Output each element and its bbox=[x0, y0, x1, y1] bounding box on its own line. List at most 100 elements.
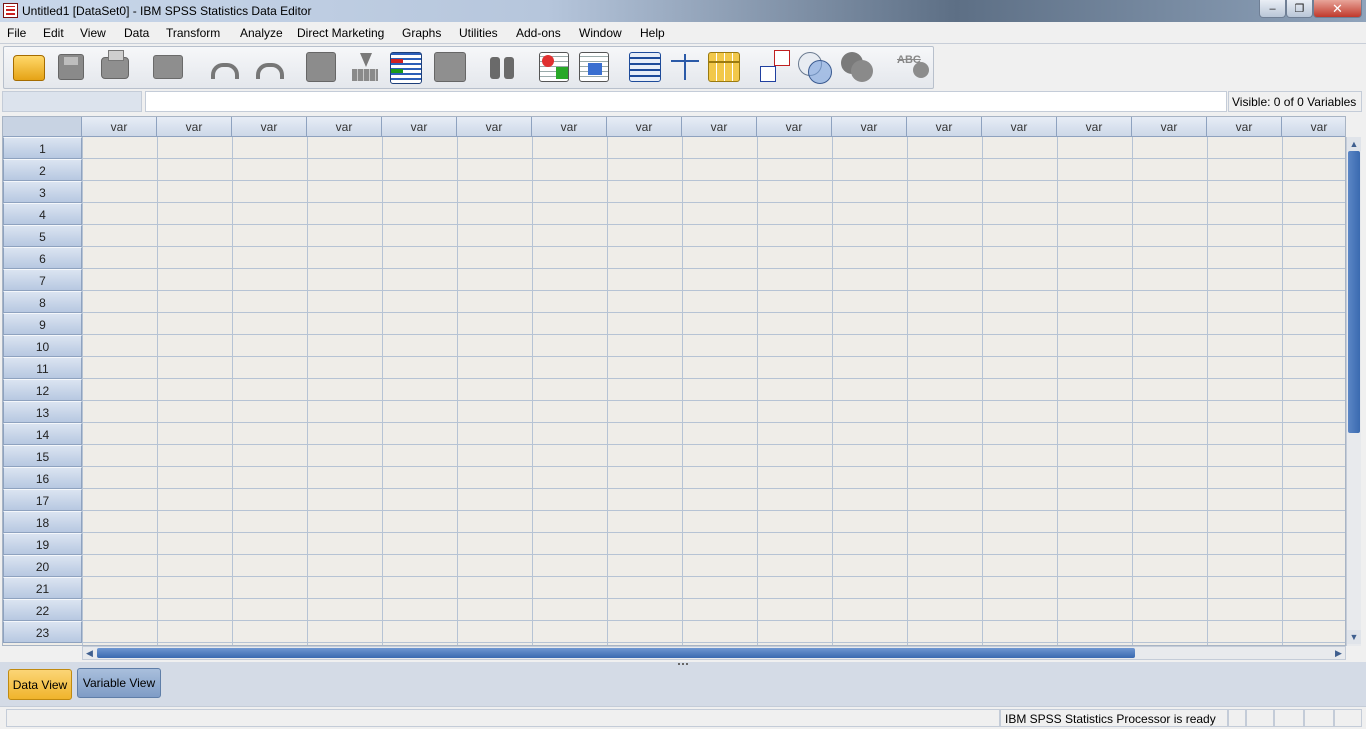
row-header[interactable]: 2 bbox=[3, 159, 82, 181]
scroll-left-icon[interactable]: ◀ bbox=[83, 647, 96, 659]
insert-cases-icon[interactable] bbox=[539, 52, 569, 82]
column-header-var[interactable]: var bbox=[1207, 117, 1282, 137]
row-header[interactable]: 12 bbox=[3, 379, 82, 401]
menu-edit[interactable]: Edit bbox=[43, 26, 64, 40]
row-header[interactable]: 10 bbox=[3, 335, 82, 357]
data-grid-area: var var var var var var var var var var var var var v… bbox=[0, 114, 1366, 662]
column-header-var[interactable]: var bbox=[307, 117, 382, 137]
column-header-var[interactable]: var bbox=[157, 117, 232, 137]
go-to-case-icon[interactable] bbox=[306, 52, 336, 82]
insert-variable-icon[interactable] bbox=[579, 52, 609, 82]
use-variable-sets-icon[interactable] bbox=[798, 52, 832, 84]
vertical-scrollbar[interactable]: ▲ ▼ bbox=[1346, 137, 1361, 646]
spell-check-icon[interactable]: ABC bbox=[893, 52, 929, 82]
row-header[interactable]: 11 bbox=[3, 357, 82, 379]
status-field-4 bbox=[1304, 709, 1334, 727]
cell-value-editor[interactable] bbox=[145, 91, 1227, 112]
variables-icon[interactable] bbox=[390, 52, 422, 84]
row-header[interactable]: 9 bbox=[3, 313, 82, 335]
menu-transform[interactable]: Transform bbox=[166, 26, 220, 40]
row-header[interactable]: 16 bbox=[3, 467, 82, 489]
data-grid[interactable]: var var var var var var var var var var var var var v… bbox=[2, 116, 1346, 646]
redo-icon[interactable] bbox=[251, 59, 284, 79]
column-header-var[interactable]: var bbox=[532, 117, 607, 137]
find-icon[interactable] bbox=[490, 53, 516, 81]
recall-dialog-icon[interactable] bbox=[153, 55, 183, 79]
save-icon[interactable] bbox=[58, 54, 84, 80]
menu-file[interactable]: File bbox=[7, 26, 26, 40]
data-cells[interactable] bbox=[82, 137, 1345, 645]
menu-utilities[interactable]: Utilities bbox=[459, 26, 498, 40]
row-header[interactable]: 3 bbox=[3, 181, 82, 203]
print-icon[interactable] bbox=[101, 50, 129, 79]
open-data-icon[interactable] bbox=[13, 55, 45, 81]
column-header-var[interactable]: var bbox=[832, 117, 907, 137]
row-header[interactable]: 22 bbox=[3, 599, 82, 621]
row-header[interactable]: 7 bbox=[3, 269, 82, 291]
maximize-button[interactable]: ❐ bbox=[1286, 0, 1313, 18]
row-header[interactable]: 23 bbox=[3, 621, 82, 643]
go-to-variable-icon[interactable] bbox=[348, 53, 380, 83]
undo-icon[interactable] bbox=[206, 59, 239, 79]
horizontal-scrollbar[interactable]: ◀ ▶ bbox=[82, 646, 1346, 660]
column-header-var[interactable]: var bbox=[232, 117, 307, 137]
tab-variable-view[interactable]: Variable View bbox=[77, 668, 161, 698]
processor-status: IBM SPSS Statistics Processor is ready bbox=[1000, 709, 1228, 727]
grid-corner[interactable] bbox=[3, 117, 82, 137]
column-header-var[interactable]: var bbox=[982, 117, 1057, 137]
column-header-var[interactable]: var bbox=[382, 117, 457, 137]
value-labels-icon[interactable] bbox=[760, 50, 792, 82]
minimize-button[interactable]: – bbox=[1259, 0, 1286, 18]
maximize-icon: ❐ bbox=[1294, 3, 1305, 15]
tab-data-view[interactable]: Data View bbox=[8, 669, 72, 700]
row-header[interactable]: 15 bbox=[3, 445, 82, 467]
menu-analyze[interactable]: Analyze bbox=[240, 26, 283, 40]
column-header-var[interactable]: var bbox=[1132, 117, 1207, 137]
row-header[interactable]: 6 bbox=[3, 247, 82, 269]
column-header-var[interactable]: var bbox=[82, 117, 157, 137]
scroll-right-icon[interactable]: ▶ bbox=[1332, 647, 1345, 659]
show-all-variables-icon[interactable] bbox=[841, 52, 875, 82]
scroll-down-icon[interactable]: ▼ bbox=[1347, 630, 1361, 644]
column-header-var[interactable]: var bbox=[757, 117, 832, 137]
status-field-2 bbox=[1246, 709, 1274, 727]
menu-window[interactable]: Window bbox=[579, 26, 622, 40]
row-header[interactable]: 8 bbox=[3, 291, 82, 313]
cell-reference-field[interactable] bbox=[2, 91, 142, 112]
menu-bar: File Edit View Data Transform Analyze Di… bbox=[0, 22, 1366, 44]
menu-help[interactable]: Help bbox=[640, 26, 665, 40]
row-header[interactable]: 4 bbox=[3, 203, 82, 225]
column-header-var[interactable]: var bbox=[607, 117, 682, 137]
horizontal-scroll-thumb[interactable] bbox=[97, 648, 1135, 658]
row-header[interactable]: 19 bbox=[3, 533, 82, 555]
row-header[interactable]: 14 bbox=[3, 423, 82, 445]
row-header[interactable]: 17 bbox=[3, 489, 82, 511]
row-header[interactable]: 20 bbox=[3, 555, 82, 577]
menu-view[interactable]: View bbox=[80, 26, 106, 40]
view-tabs: Data View Variable View bbox=[0, 666, 1366, 706]
menu-direct-marketing[interactable]: Direct Marketing bbox=[297, 26, 384, 40]
split-file-icon[interactable] bbox=[629, 52, 661, 82]
row-header[interactable]: 13 bbox=[3, 401, 82, 423]
vertical-scroll-thumb[interactable] bbox=[1348, 151, 1360, 433]
column-header-var[interactable]: var bbox=[1057, 117, 1132, 137]
column-header-var[interactable]: var bbox=[907, 117, 982, 137]
menu-data[interactable]: Data bbox=[124, 26, 149, 40]
scroll-up-icon[interactable]: ▲ bbox=[1347, 137, 1361, 151]
run-descriptives-icon[interactable] bbox=[434, 52, 466, 82]
status-field-3 bbox=[1274, 709, 1304, 727]
toolbar: ABC bbox=[0, 44, 1366, 90]
menu-add-ons[interactable]: Add-ons bbox=[516, 26, 561, 40]
row-header[interactable]: 18 bbox=[3, 511, 82, 533]
close-button[interactable]: ✕ bbox=[1313, 0, 1362, 18]
select-cases-icon[interactable] bbox=[708, 52, 740, 82]
column-header-var[interactable]: var bbox=[1282, 117, 1345, 137]
column-header-var[interactable]: var bbox=[457, 117, 532, 137]
row-header[interactable]: 1 bbox=[3, 137, 82, 159]
menu-graphs[interactable]: Graphs bbox=[402, 26, 441, 40]
row-header[interactable]: 21 bbox=[3, 577, 82, 599]
row-header[interactable]: 5 bbox=[3, 225, 82, 247]
spss-app-icon[interactable] bbox=[3, 3, 18, 18]
column-header-var[interactable]: var bbox=[682, 117, 757, 137]
weight-cases-icon[interactable] bbox=[669, 52, 701, 82]
